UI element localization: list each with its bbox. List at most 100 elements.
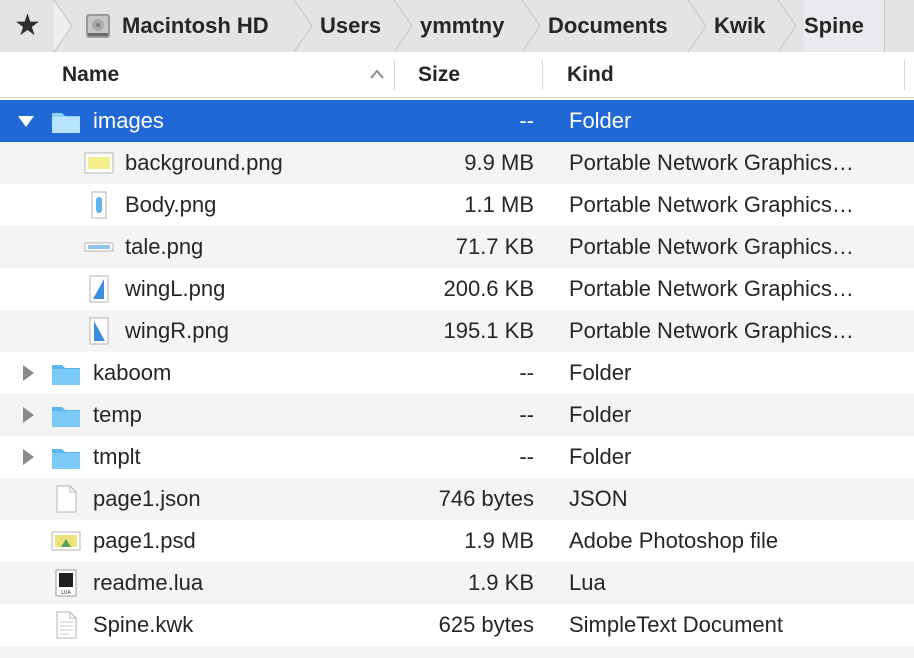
file-name: page1.psd (93, 528, 196, 553)
column-divider[interactable] (542, 60, 543, 90)
crumb-label: Macintosh HD (122, 13, 269, 38)
table-row[interactable]: Body.png 1.1 MB Portable Network Graphic… (0, 184, 914, 226)
folder-icon (52, 113, 80, 133)
file-kind: Folder (569, 402, 632, 427)
crumb-label: Documents (548, 13, 668, 38)
table-row[interactable]: tmplt -- Folder (0, 436, 914, 478)
crumb-documents[interactable]: Documents (548, 0, 668, 52)
table-row[interactable]: kaboom -- Folder (0, 352, 914, 394)
file-kind: JSON (569, 486, 628, 511)
vertical-scrollbar[interactable] (904, 52, 914, 654)
file-name: wingL.png (125, 276, 226, 301)
size-header-label: Size (418, 62, 461, 86)
file-name: temp (93, 402, 142, 427)
png-file-icon (89, 275, 109, 303)
file-name: tale.png (125, 234, 204, 259)
name-column-header[interactable]: Name (62, 52, 119, 97)
crumb-label: ymmtny (420, 13, 505, 38)
chevron-separator-icon (777, 0, 797, 52)
table-row[interactable]: wingL.png 200.6 KB Portable Network Grap… (0, 268, 914, 310)
table-row[interactable]: images -- Folder (0, 100, 914, 142)
crumb-spine[interactable]: Spine (804, 0, 884, 52)
file-size: 1.1 MB (464, 192, 534, 217)
file-name: Body.png (125, 192, 217, 217)
file-size: 195.1 KB (443, 318, 534, 343)
file-size: 746 bytes (438, 486, 534, 511)
file-name: kaboom (93, 360, 172, 385)
png-file-icon (84, 242, 114, 252)
file-kind: SimpleText Document (569, 612, 783, 637)
table-row[interactable]: Spine.kwk 625 bytes SimpleText Document (0, 604, 914, 646)
folder-icon (52, 365, 80, 385)
crumb-label: Users (320, 13, 382, 38)
file-kind: Folder (569, 360, 632, 385)
pathbar-divider (884, 0, 885, 52)
file-size: -- (519, 444, 534, 469)
name-header-label: Name (62, 62, 120, 86)
file-size: -- (519, 360, 534, 385)
chevron-separator-icon (687, 0, 707, 52)
table-row[interactable]: wingR.png 195.1 KB Portable Network Grap… (0, 310, 914, 352)
disclosure-collapsed-icon[interactable] (18, 352, 38, 394)
table-row[interactable]: background.png 9.9 MB Portable Network G… (0, 142, 914, 184)
file-kind: Folder (569, 108, 632, 133)
file-name: background.png (125, 150, 283, 175)
file-kind: Adobe Photoshop file (569, 528, 779, 553)
table-row[interactable]: page1.json 746 bytes JSON (0, 478, 914, 520)
kind-column-header[interactable]: Kind (567, 52, 614, 97)
file-name: page1.json (93, 486, 201, 511)
column-header: Name Size Kind (0, 52, 914, 98)
file-size: 71.7 KB (455, 234, 534, 259)
size-column-header[interactable]: Size (418, 52, 460, 97)
empty-row (0, 646, 914, 658)
png-file-icon (89, 317, 109, 345)
file-size: -- (519, 108, 534, 133)
file-name: wingR.png (125, 318, 229, 343)
file-size: 200.6 KB (443, 276, 534, 301)
path-bar: ★ Macintosh HD Users ymmtny Documents Kw… (0, 0, 914, 53)
folder-icon (52, 407, 80, 427)
chevron-separator-icon (293, 0, 313, 52)
crumb-label: Kwik (714, 13, 766, 38)
file-kind: Portable Network Graphics… (569, 318, 854, 343)
star-icon[interactable]: ★ (14, 8, 41, 44)
crumb-kwik[interactable]: Kwik (714, 0, 765, 52)
disclosure-collapsed-icon[interactable] (18, 436, 38, 478)
disclosure-collapsed-icon[interactable] (18, 394, 38, 436)
file-list: images -- Folder background.png 9.9 MB P… (0, 100, 914, 658)
crumb-ymmtny[interactable]: ymmtny (420, 0, 504, 52)
file-name: Spine.kwk (93, 612, 194, 637)
table-row[interactable]: page1.psd 1.9 MB Adobe Photoshop file (0, 520, 914, 562)
file-kind: Folder (569, 444, 632, 469)
file-size: 1.9 MB (464, 528, 534, 553)
png-file-icon (84, 152, 114, 174)
folder-icon (52, 449, 80, 469)
psd-file-icon (51, 531, 81, 551)
file-kind: Portable Network Graphics… (569, 276, 854, 301)
kind-header-label: Kind (567, 62, 614, 86)
file-name: readme.lua (93, 570, 204, 595)
file-kind: Portable Network Graphics… (569, 192, 854, 217)
column-divider[interactable] (394, 60, 395, 90)
crumb-label: Spine (804, 13, 864, 38)
file-kind: Portable Network Graphics… (569, 234, 854, 259)
sort-ascending-icon[interactable] (368, 66, 386, 82)
file-kind: Portable Network Graphics… (569, 150, 854, 175)
lua-icon-label: LUA (61, 590, 71, 596)
file-kind: Lua (569, 570, 606, 595)
disclosure-expanded-icon[interactable] (16, 100, 36, 142)
table-row[interactable]: tale.png 71.7 KB Portable Network Graphi… (0, 226, 914, 268)
file-size: -- (519, 402, 534, 427)
document-icon (56, 485, 77, 513)
png-file-icon (91, 191, 107, 219)
file-name: images (93, 108, 164, 133)
crumb-macintosh-hd[interactable]: Macintosh HD (84, 0, 269, 52)
table-row[interactable]: LUA readme.lua 1.9 KB Lua (0, 562, 914, 604)
crumb-users[interactable]: Users (320, 0, 381, 52)
lua-file-icon: LUA (55, 569, 77, 597)
file-size: 1.9 KB (467, 570, 534, 595)
hard-drive-icon (86, 14, 110, 38)
table-row[interactable]: temp -- Folder (0, 394, 914, 436)
chevron-separator-icon (393, 0, 413, 52)
file-name: tmplt (93, 444, 141, 469)
